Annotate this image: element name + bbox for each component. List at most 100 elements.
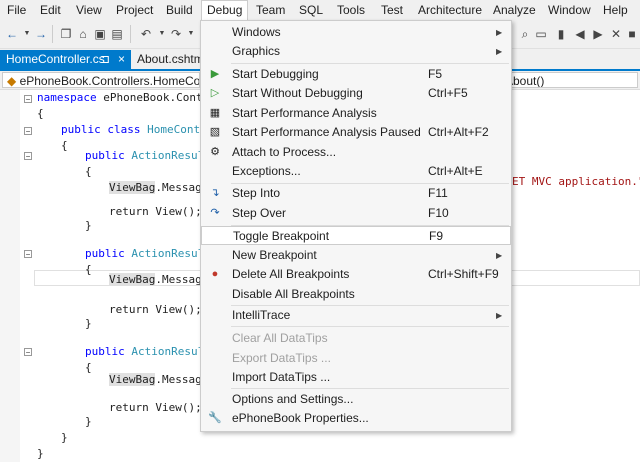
menu-file[interactable]: File (2, 0, 31, 21)
code-line: public ActionResult (85, 149, 211, 162)
wrench-icon: 🔧 (208, 412, 222, 424)
menu-help[interactable]: Help (598, 0, 633, 21)
undo-icon[interactable]: ↶ (138, 26, 154, 42)
editor-gutter (0, 90, 20, 462)
menu-view[interactable]: View (71, 0, 107, 21)
menu-item-intellitrace[interactable]: IntelliTrace ▶ (201, 306, 511, 325)
pin-icon[interactable]: ⊐ (100, 50, 110, 69)
menu-sql[interactable]: SQL (294, 0, 328, 21)
menu-separator (231, 326, 509, 327)
menu-team[interactable]: Team (251, 0, 290, 21)
code-line: public ActionResult (85, 345, 211, 358)
code-line: } (85, 415, 92, 428)
code-line: { (85, 361, 92, 374)
code-line: return View(); (109, 205, 202, 218)
submenu-arrow-icon: ▶ (496, 311, 503, 320)
menu-item-import-datatips[interactable]: Import DataTips ... (201, 368, 511, 387)
close-icon[interactable]: × (118, 50, 125, 69)
comment-icon[interactable]: ▭ (533, 26, 549, 42)
back-icon[interactable]: ← (4, 26, 20, 42)
menu-edit[interactable]: Edit (35, 0, 66, 21)
menu-item-export-datatips: Export DataTips ... (232, 351, 331, 365)
collapse-icon[interactable]: − (24, 348, 32, 357)
menu-project[interactable]: Project (111, 0, 158, 21)
collapse-icon[interactable]: − (24, 127, 32, 136)
code-line: return View(); (109, 401, 202, 414)
open-file-icon[interactable]: ⌂ (75, 26, 91, 42)
menu-item-step-over[interactable]: ↷ Step Over F10 (201, 204, 511, 223)
menu-item-project-properties[interactable]: 🔧 ePhoneBook Properties... (201, 409, 511, 428)
class-dropdown-value: ePhoneBook.Controllers.HomeController (19, 74, 200, 88)
code-line: { (85, 263, 92, 276)
class-icon: ◆ (7, 74, 17, 88)
submenu-arrow-icon: ▶ (496, 251, 503, 260)
new-project-icon[interactable]: ❐ (58, 26, 74, 42)
code-line: } (85, 317, 92, 330)
tab-home-controller[interactable]: HomeController.cs ⊐ × (0, 50, 131, 69)
menu-build[interactable]: Build (161, 0, 198, 21)
member-dropdown[interactable]: About() (500, 72, 638, 88)
code-line: } (61, 431, 68, 444)
debug-menu-dropdown: Windows ▶ Graphics ▶ ▶ Start Debugging F… (200, 20, 512, 432)
code-line: return View(); (109, 303, 202, 316)
redo-icon[interactable]: ↷ (168, 26, 184, 42)
menu-test[interactable]: Test (376, 0, 408, 21)
menu-item-start-debugging[interactable]: ▶ Start Debugging F5 (201, 65, 511, 84)
chevron-down-icon[interactable]: ▼ (183, 26, 199, 42)
menu-item-delete-all-breakpoints[interactable]: ● Delete All Breakpoints Ctrl+Shift+F9 (201, 265, 511, 284)
menu-item-toggle-breakpoint[interactable]: Toggle Breakpoint F9 (201, 226, 511, 245)
menu-analyze[interactable]: Analyze (488, 0, 541, 21)
code-line: ViewBag.Messag (109, 373, 202, 386)
code-line: namespace ePhoneBook.Contro (37, 91, 216, 104)
toolbar-separator (52, 25, 53, 43)
menu-item-disable-all-breakpoints[interactable]: Disable All Breakpoints (201, 285, 511, 304)
code-line: ViewBag.Messag (109, 181, 202, 194)
menu-item-windows[interactable]: Windows ▶ (201, 23, 511, 42)
bookmark-prev-icon[interactable]: ◀ (572, 26, 588, 42)
tab-about-cshtml[interactable]: About.cshtml (131, 50, 206, 69)
collapse-icon[interactable]: − (24, 152, 32, 161)
menu-architecture[interactable]: Architecture (413, 0, 487, 21)
submenu-arrow-icon: ▶ (496, 28, 503, 37)
menu-item-options-and-settings[interactable]: Options and Settings... (201, 390, 511, 409)
save-all-icon[interactable]: ▤ (109, 26, 125, 42)
menu-window[interactable]: Window (543, 0, 596, 21)
collapse-icon[interactable]: − (24, 250, 32, 259)
step-over-icon: ↷ (210, 207, 220, 219)
bookmark-icon[interactable]: ▮ (553, 26, 569, 42)
menu-item-start-performance-analysis[interactable]: ▦ Start Performance Analysis (201, 104, 511, 123)
performance-paused-icon: ▧ (209, 126, 221, 138)
gears-icon: ⚙ (210, 146, 220, 158)
menu-item-start-performance-analysis-paused[interactable]: ▧ Start Performance Analysis Paused Ctrl… (201, 123, 511, 142)
bookmark-next-icon[interactable]: ▶ (590, 26, 606, 42)
find-icon[interactable]: ⌕ (517, 26, 533, 42)
step-into-icon: ↴ (210, 187, 220, 199)
code-line: { (61, 139, 68, 152)
menu-tools[interactable]: Tools (332, 0, 370, 21)
collapse-icon[interactable]: − (24, 95, 32, 104)
class-dropdown[interactable]: ◆ ePhoneBook.Controllers.HomeController (2, 72, 200, 88)
submenu-arrow-icon: ▶ (496, 47, 503, 56)
menu-item-exceptions[interactable]: Exceptions... Ctrl+Alt+E (201, 162, 511, 181)
save-icon[interactable]: ▣ (92, 26, 108, 42)
menu-separator (231, 63, 509, 64)
menu-item-start-without-debugging[interactable]: ▷ Start Without Debugging Ctrl+F5 (201, 84, 511, 103)
menu-item-attach-to-process[interactable]: ⚙ Attach to Process... (201, 143, 511, 162)
menu-item-step-into[interactable]: ↴ Step Into F11 (201, 184, 511, 203)
code-string: ET MVC application."; (512, 175, 640, 188)
bookmark-clear-icon[interactable]: ✕ (608, 26, 624, 42)
code-line: { (85, 165, 92, 178)
menu-item-new-breakpoint[interactable]: New Breakpoint ▶ (201, 246, 511, 265)
menu-item-graphics[interactable]: Graphics ▶ (201, 42, 511, 61)
code-line: public ActionResult (85, 247, 211, 260)
tab-label: HomeController.cs (6, 52, 105, 66)
menu-item-clear-all-datatips: Clear All DataTips (232, 331, 328, 345)
forward-icon[interactable]: → (33, 26, 49, 42)
bookmark-window-icon[interactable]: ■ (624, 26, 640, 42)
menu-bar: File Edit View Project Build Debug Team … (0, 0, 640, 21)
play-icon: ▶ (210, 68, 220, 80)
menu-debug[interactable]: Debug (201, 0, 249, 21)
tab-label: About.cshtml (137, 52, 207, 66)
code-line: ViewBag.Messag (109, 273, 202, 286)
play-outline-icon: ▷ (210, 87, 220, 99)
